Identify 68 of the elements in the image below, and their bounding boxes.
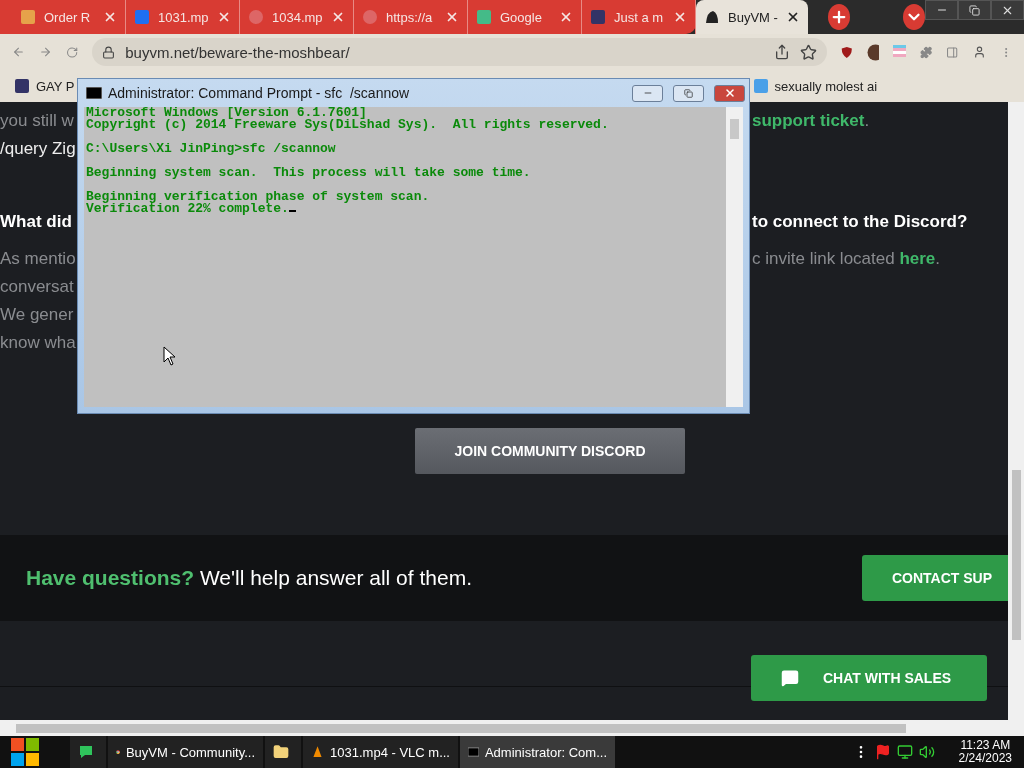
maximize-button[interactable]: [673, 84, 704, 102]
taskbar-item[interactable]: 1031.mp4 - VLC m...: [303, 736, 458, 768]
box-icon: [134, 9, 150, 25]
new-tab-button[interactable]: [827, 4, 850, 30]
body-text: We gener: [0, 305, 74, 325]
text-link[interactable]: here: [899, 249, 936, 268]
chat-button[interactable]: CHAT WITH SALES: [751, 655, 987, 701]
body-text: support ticket.: [752, 111, 870, 131]
banner-text: Have questions? We'll help answer all of them.: [26, 566, 473, 590]
computer-icon: [14, 78, 30, 94]
close-button[interactable]: [714, 84, 745, 102]
text-link[interactable]: support ticket: [752, 111, 865, 130]
taskbar-item[interactable]: [265, 736, 301, 768]
start-button[interactable]: [10, 737, 40, 767]
picture-icon: [20, 9, 36, 25]
window-title: Administrator: Command Prompt - sfc /scannow: [108, 85, 411, 101]
close-button[interactable]: [991, 0, 1024, 20]
console-line: Beginning verification phase of system scan.: [86, 191, 431, 203]
minimize-button[interactable]: [632, 84, 663, 102]
flag-icon[interactable]: [874, 744, 891, 760]
tab-search-button[interactable]: [902, 4, 925, 30]
clock[interactable]: 11:23 AM 2/24/2023: [958, 739, 1012, 765]
terminal-icon: [468, 746, 479, 758]
contact-button[interactable]: CONTACT SUP: [862, 555, 1008, 601]
globe-icon: [248, 9, 264, 25]
chat-icon: [781, 669, 799, 687]
taskbar-item[interactable]: [70, 736, 106, 768]
close-icon: [723, 87, 736, 99]
share-icon[interactable]: [774, 44, 791, 60]
grid-icon: [476, 9, 492, 25]
bookmark[interactable]: GAY P: [14, 78, 75, 94]
network-icon[interactable]: [896, 744, 913, 760]
console-line: Copyright (c) 2014 Freeware Sys(DiLshad Sys). All rights reserved.: [86, 119, 610, 131]
heading-text: to connect to the Discord?: [752, 212, 968, 232]
vertical-scrollbar[interactable]: [1008, 102, 1024, 720]
console-line: Microsoft Windows [Version 6.1.7601]: [86, 107, 367, 119]
globe-icon: [362, 9, 378, 25]
restore-icon: [969, 4, 980, 16]
address-field[interactable]: buyvm.net/beware-the-moshbear/: [92, 38, 828, 66]
body-text: conversat: [0, 277, 74, 297]
mouse-pointer-icon: [163, 346, 176, 366]
taskbar-item[interactable]: Administrator: Com...: [460, 736, 615, 768]
computer-icon: [590, 9, 606, 25]
bookmark[interactable]: sexually molest ai: [752, 78, 878, 94]
taskbar-item[interactable]: BuyVM - Community...: [108, 736, 263, 768]
console-line: Beginning system scan. This process will take some time.: [86, 167, 532, 179]
restore-icon: [684, 88, 693, 98]
restore-button[interactable]: [958, 0, 991, 20]
heading-text: What did: [0, 212, 72, 232]
star-icon[interactable]: [800, 43, 818, 61]
console-line: Verification 22% complete.: [86, 203, 724, 215]
page-icon: [752, 78, 769, 94]
console-line: C:\Users\Xi JinPing>sfc /scannow: [86, 143, 337, 155]
chat-icon: [78, 744, 94, 760]
discord-button[interactable]: JOIN COMMUNITY DISCORD: [415, 428, 685, 474]
lock-icon: [102, 45, 116, 59]
body-text: you still w: [0, 111, 74, 131]
vertical-scrollbar[interactable]: [726, 107, 743, 407]
body-text: /query Zig: [0, 139, 76, 159]
body-text: As mentio: [0, 249, 76, 269]
terminal-icon: [86, 87, 102, 99]
body-text: c invite link located here.: [752, 249, 941, 269]
browser-tab[interactable]: BuyVM -: [696, 0, 808, 34]
horizontal-scrollbar[interactable]: [0, 720, 1024, 736]
body-text: know wha: [0, 333, 76, 353]
volume-icon[interactable]: [918, 744, 935, 760]
avatar-icon[interactable]: [866, 43, 880, 61]
folder-icon: [273, 744, 289, 760]
